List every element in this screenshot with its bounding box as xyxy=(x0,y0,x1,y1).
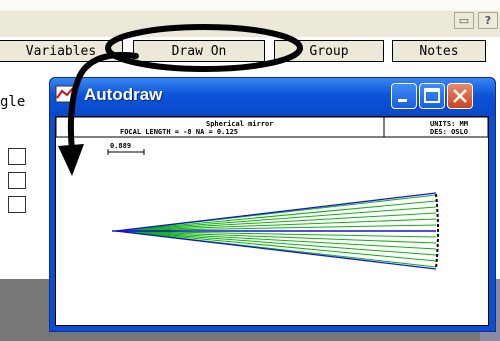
background-toolbar xyxy=(0,10,500,37)
drawing-title: Spherical mirror xyxy=(206,120,273,128)
draw-on-button-label: Draw On xyxy=(171,43,227,59)
checkbox-1[interactable] xyxy=(8,148,26,165)
help-icon[interactable]: ? xyxy=(478,12,498,29)
checkbox-2[interactable] xyxy=(8,172,26,189)
minimize-icon xyxy=(398,99,407,102)
notes-button[interactable]: Notes xyxy=(392,40,486,62)
marginal-ray xyxy=(115,230,437,256)
angle-label: gle xyxy=(0,94,26,110)
title-bar[interactable]: Autodraw xyxy=(50,78,495,116)
notes-button-label: Notes xyxy=(419,43,459,59)
drawing-designer: DES: OSLO xyxy=(430,128,468,136)
autodraw-window[interactable]: Autodraw Spherical mirror FOCAL LENGTH =… xyxy=(49,77,496,332)
mirror-surface xyxy=(435,193,439,269)
maximize-button[interactable] xyxy=(419,83,445,109)
drawing-canvas: Spherical mirror FOCAL LENGTH = -8 NA = … xyxy=(55,116,489,326)
ray-trace xyxy=(112,192,437,270)
variables-button[interactable]: Variables xyxy=(0,40,123,62)
marginal-ray xyxy=(115,206,437,232)
checkbox-3[interactable] xyxy=(8,196,26,213)
window-title: Autodraw xyxy=(84,85,163,104)
drawing-units: UNITS: MM xyxy=(430,120,468,128)
close-button[interactable] xyxy=(447,83,473,109)
maximize-icon xyxy=(424,88,440,103)
mirror-ray-drawing: Spherical mirror FOCAL LENGTH = -8 NA = … xyxy=(56,117,488,270)
group-button[interactable]: Group xyxy=(274,40,384,62)
variables-button-label: Variables xyxy=(25,43,97,59)
close-icon xyxy=(453,89,467,103)
group-button-label: Group xyxy=(309,43,349,59)
minimize-button[interactable] xyxy=(391,83,417,109)
draw-on-button[interactable]: Draw On xyxy=(133,40,265,62)
scale-label: 0.889 xyxy=(110,142,131,150)
autodraw-app-icon xyxy=(55,85,75,103)
keyboard-icon[interactable]: ▭ xyxy=(454,12,474,29)
drawing-parameters: FOCAL LENGTH = -8 NA = 0.125 xyxy=(120,128,238,136)
